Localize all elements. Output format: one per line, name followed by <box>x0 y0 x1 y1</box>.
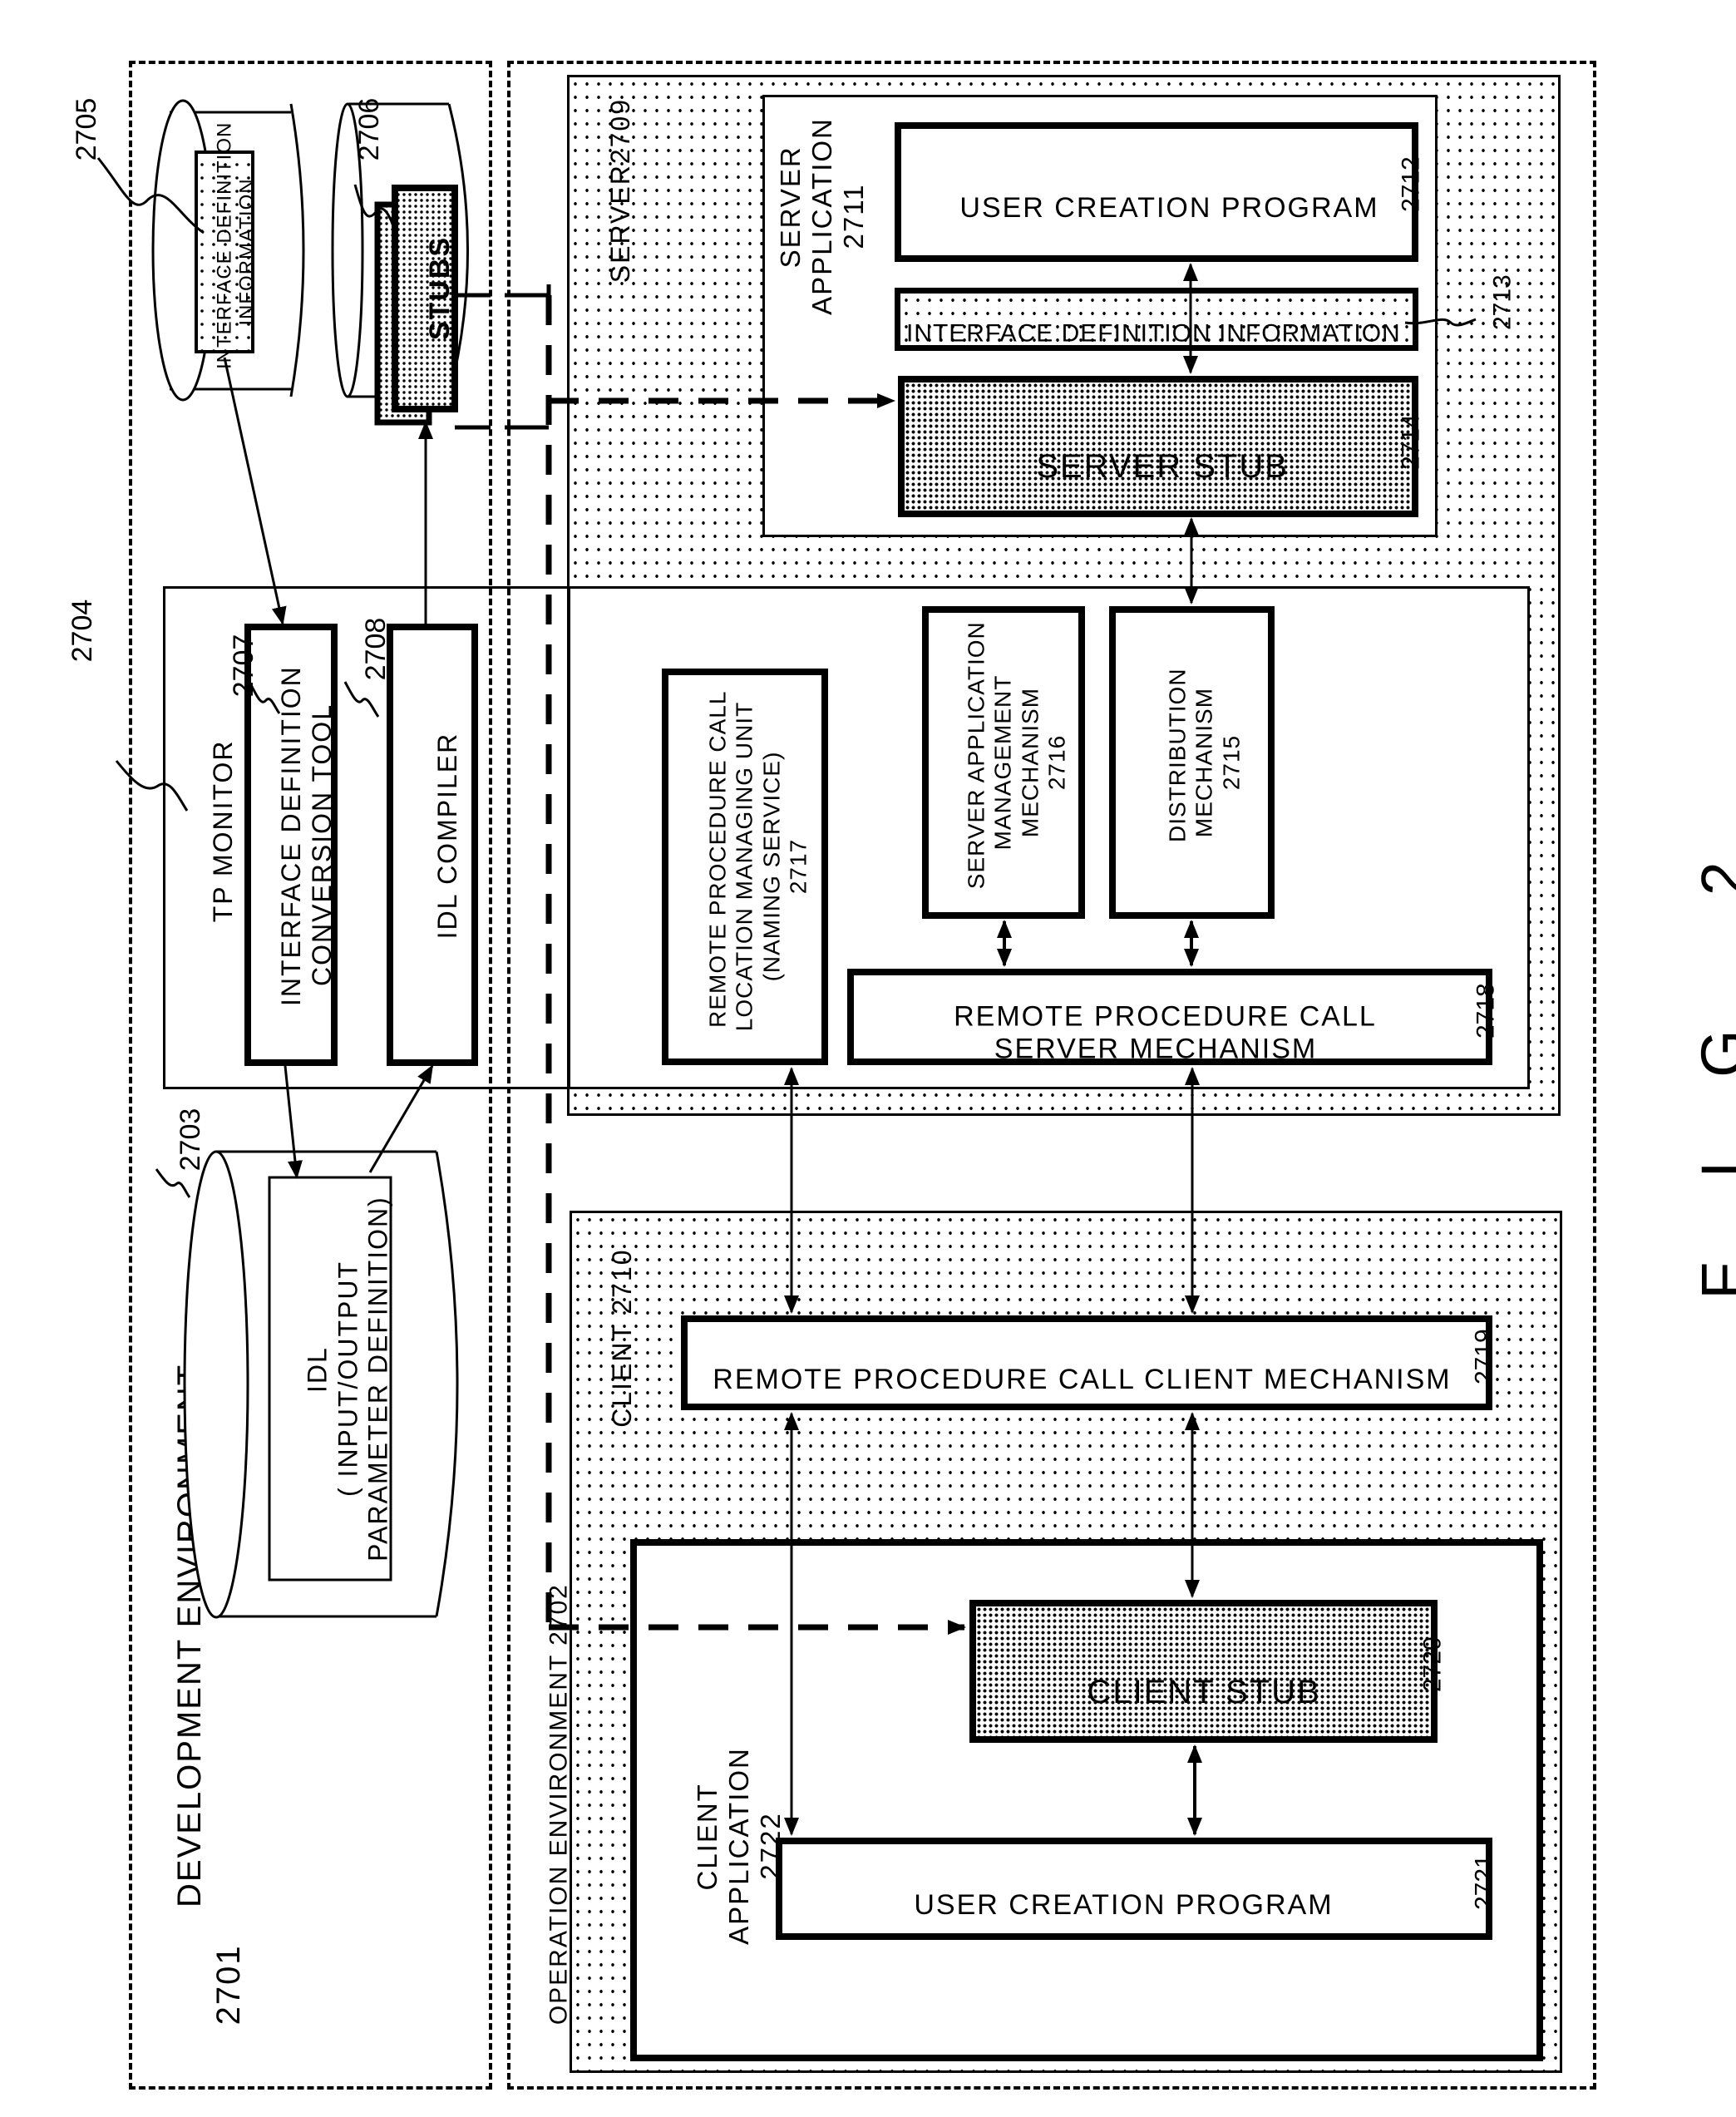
leader-2708 <box>343 681 380 718</box>
leader-2704 <box>115 760 189 812</box>
idl-store-label: IDL ( INPUT/OUTPUT PARAMETER DEFINITION) <box>271 1196 393 1562</box>
stubs-text: STUBS <box>424 235 456 341</box>
ref-2703: 2703 <box>142 1108 207 1187</box>
figure-label-text: F I G. 2 <box>1689 828 1736 1300</box>
ref-2706: 2706 <box>321 98 386 177</box>
arrow-idi-to-conversion-tool <box>223 357 287 625</box>
figure-label: F I G. 2 <box>1617 828 1736 1400</box>
stubs-deploy-bracket <box>455 284 551 298</box>
ref-2706-text: 2706 <box>353 97 385 161</box>
interface-definition-store-label: INTERFACE DEFINITION INFORMATION <box>190 122 259 382</box>
stubs-label: STUBS <box>392 236 456 359</box>
leader-2713 <box>1404 318 1477 327</box>
diagram-lines <box>96 99 1477 1836</box>
ref-2703-text: 2703 <box>175 1108 206 1172</box>
arrow-idl-to-compiler <box>368 1064 434 1173</box>
idl-store-text: IDL ( INPUT/OUTPUT PARAMETER DEFINITION) <box>302 1196 393 1562</box>
leader-2707 <box>248 681 281 714</box>
arrow-conversion-tool-to-idl <box>284 1065 303 1179</box>
ref-2705-text: 2705 <box>71 97 102 161</box>
ref-2705: 2705 <box>38 98 103 177</box>
idi-store-text: INTERFACE DEFINITION INFORMATION <box>213 121 259 370</box>
